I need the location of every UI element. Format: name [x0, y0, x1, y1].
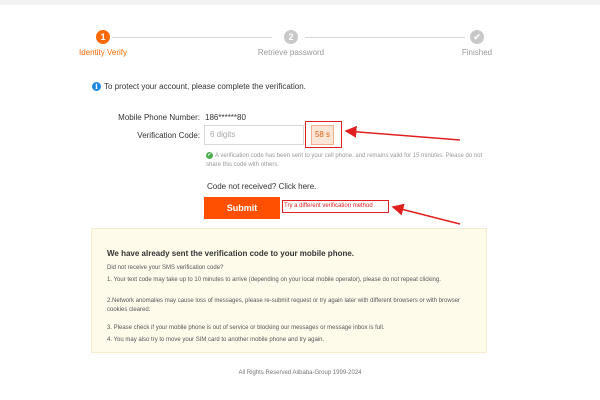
- info-line: 2.Network anomalies may cause loss of me…: [107, 298, 461, 313]
- info-line: 1. Your text code may take up to 10 minu…: [107, 277, 441, 283]
- arrow-to-countdown: [344, 125, 461, 141]
- help-info-box: We have already sent the verification co…: [91, 228, 487, 353]
- footer-copyright: All Rights Reserved Alibaba-Group 1999-2…: [238, 370, 362, 376]
- info-line: 3. Please check if your mobile phone is …: [107, 325, 385, 331]
- arrow-to-try-link: [391, 203, 461, 225]
- info-title: We have already sent the verification co…: [107, 249, 355, 258]
- info-line: 4. You may also try to move your SIM car…: [107, 337, 325, 343]
- info-line: Did not receive your SMS verification co…: [107, 265, 224, 271]
